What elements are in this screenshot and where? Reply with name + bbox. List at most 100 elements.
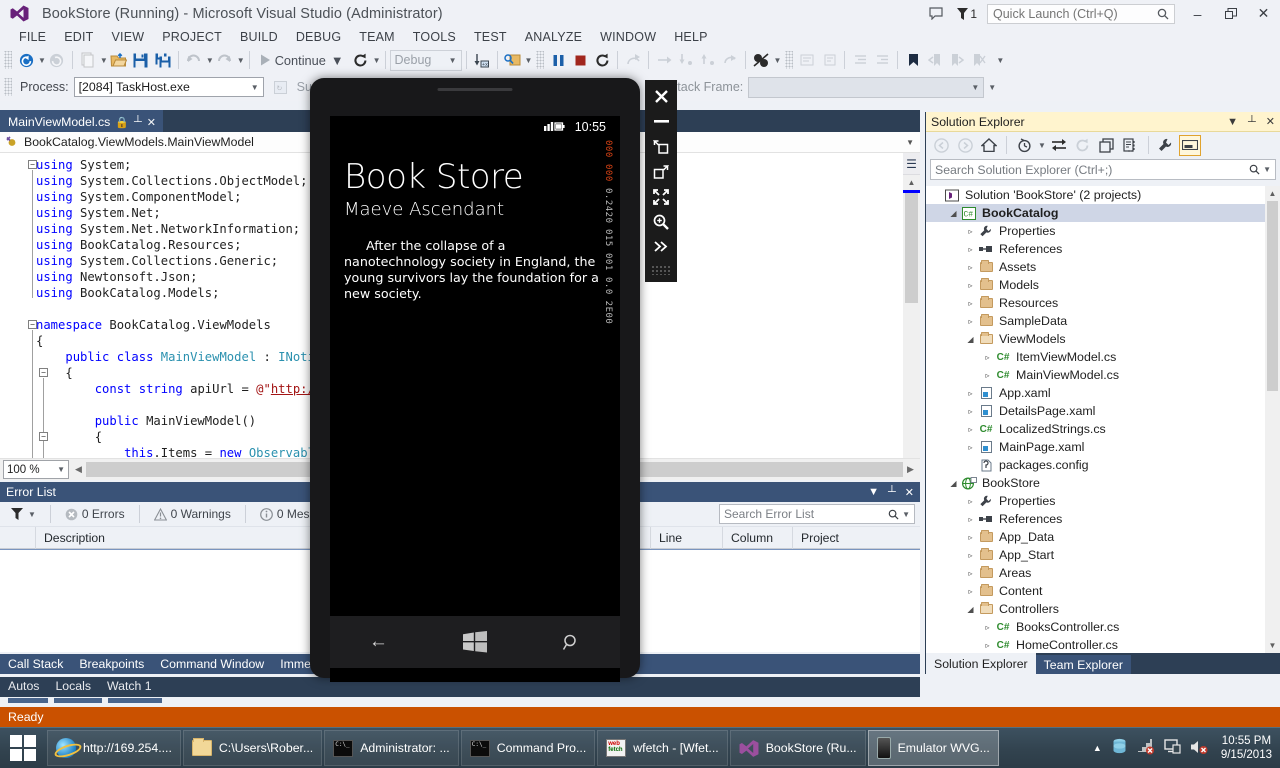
- scroll-thumb[interactable]: [905, 193, 918, 303]
- taskbar-item-emulator[interactable]: Emulator WVG...: [868, 730, 999, 766]
- menu-view[interactable]: VIEW: [102, 28, 153, 46]
- toolbar-grip[interactable]: [536, 51, 544, 69]
- collapsed-chevron-icon[interactable]: ▹: [964, 281, 977, 290]
- chevron-down-icon[interactable]: ▼: [902, 510, 910, 519]
- solution-explorer-node[interactable]: ▹SampleData: [926, 312, 1280, 330]
- tab-breakpoints[interactable]: Breakpoints: [71, 657, 152, 671]
- quick-launch-box[interactable]: [987, 4, 1175, 24]
- menu-test[interactable]: TEST: [465, 28, 516, 46]
- column-line[interactable]: Line: [651, 527, 723, 549]
- break-all-button[interactable]: [547, 49, 569, 71]
- undo-button[interactable]: [183, 49, 205, 71]
- column-project[interactable]: Project: [793, 527, 913, 549]
- pin-icon[interactable]: ┴: [134, 116, 142, 128]
- close-window-button[interactable]: ✕: [1247, 0, 1280, 27]
- solution-explorer-scroll-thumb[interactable]: [1267, 201, 1278, 391]
- step-into-button[interactable]: [675, 49, 697, 71]
- solution-explorer-node[interactable]: ◢BookStore: [926, 474, 1280, 492]
- solution-explorer-node[interactable]: Solution 'BookStore' (2 projects): [926, 186, 1280, 204]
- increase-indent-button[interactable]: [871, 49, 893, 71]
- error-list-search[interactable]: Search Error List ▼: [719, 504, 915, 524]
- preview-selected-items-button[interactable]: [1179, 135, 1201, 156]
- display-icon[interactable]: [1164, 739, 1181, 757]
- scroll-right-arrow-icon[interactable]: ▶: [903, 464, 918, 475]
- start-button[interactable]: [0, 728, 46, 768]
- chevron-down-icon[interactable]: ▼: [906, 138, 914, 147]
- collapsed-chevron-icon[interactable]: ▹: [981, 353, 994, 362]
- save-all-button[interactable]: [152, 49, 174, 71]
- minimize-emulator-button[interactable]: [646, 109, 676, 134]
- tab-solution-explorer[interactable]: Solution Explorer: [926, 653, 1036, 674]
- taskbar-item-explorer[interactable]: C:\Users\Rober...: [183, 730, 322, 766]
- solution-explorer-node[interactable]: ▹Models: [926, 276, 1280, 294]
- fold-box-class[interactable]: −: [39, 368, 48, 377]
- chevron-down-icon[interactable]: ▼: [1263, 165, 1271, 174]
- solution-explorer-node[interactable]: ◢C#BookCatalog: [926, 204, 1280, 222]
- editor-split-handle[interactable]: ☰: [903, 153, 920, 175]
- text-editor-overflow-icon[interactable]: ▼: [996, 56, 1004, 65]
- collapsed-chevron-icon[interactable]: ▹: [964, 533, 977, 542]
- tab-command-window[interactable]: Command Window: [152, 657, 272, 671]
- tab-locals[interactable]: Locals: [47, 677, 99, 695]
- collapsed-chevron-icon[interactable]: ▹: [964, 245, 977, 254]
- redo-button[interactable]: [214, 49, 236, 71]
- fold-box-namespace[interactable]: −: [28, 320, 37, 329]
- menu-debug[interactable]: DEBUG: [287, 28, 350, 46]
- debug-toolbar-overflow-icon[interactable]: ▼: [525, 56, 533, 65]
- collapsed-chevron-icon[interactable]: ▹: [964, 569, 977, 578]
- step-out-button[interactable]: [697, 49, 719, 71]
- close-icon[interactable]: ✕: [147, 116, 156, 129]
- open-file-button[interactable]: [108, 49, 130, 71]
- save-button[interactable]: [130, 49, 152, 71]
- action-center-icon[interactable]: [1111, 738, 1128, 758]
- solution-explorer-node[interactable]: ▹C#ItemViewModel.cs: [926, 348, 1280, 366]
- scroll-up-arrow-icon[interactable]: ▲: [903, 175, 920, 190]
- solution-explorer-node[interactable]: ▹App.xaml: [926, 384, 1280, 402]
- show-threads-button[interactable]: [502, 49, 524, 71]
- taskbar-item-visual-studio[interactable]: BookStore (Ru...: [730, 730, 866, 766]
- solution-explorer-node[interactable]: packages.config: [926, 456, 1280, 474]
- close-icon[interactable]: ✕: [1266, 115, 1275, 128]
- new-project-caret-icon[interactable]: ▼: [100, 56, 108, 65]
- close-emulator-button[interactable]: [646, 84, 676, 109]
- menu-team[interactable]: TEAM: [350, 28, 404, 46]
- menu-analyze[interactable]: ANALYZE: [516, 28, 591, 46]
- restart-button[interactable]: [350, 49, 372, 71]
- previous-bookmark-button[interactable]: [924, 49, 946, 71]
- navigate-backward-button[interactable]: [15, 49, 37, 71]
- scroll-down-arrow-icon[interactable]: ▼: [1265, 638, 1280, 653]
- scroll-left-arrow-icon[interactable]: ◀: [71, 464, 86, 475]
- emulator-toolbar-grip[interactable]: [651, 265, 671, 275]
- decrease-indent-button[interactable]: [849, 49, 871, 71]
- taskbar-item-internet-explorer[interactable]: http://169.254....: [47, 730, 181, 766]
- chevron-down-icon[interactable]: ▼: [1227, 116, 1238, 128]
- filter-button[interactable]: ▼: [5, 508, 42, 520]
- collapsed-chevron-icon[interactable]: ▹: [964, 299, 977, 308]
- collapsed-chevron-icon[interactable]: ▹: [981, 623, 994, 632]
- solution-explorer-node[interactable]: ▹C#LocalizedStrings.cs: [926, 420, 1280, 438]
- volume-icon[interactable]: [1190, 739, 1208, 758]
- solution-explorer-node[interactable]: ▹Areas: [926, 564, 1280, 582]
- pending-changes-caret-icon[interactable]: ▼: [1038, 141, 1046, 150]
- solution-explorer-node[interactable]: ▹References: [926, 510, 1280, 528]
- scroll-up-arrow-icon[interactable]: ▲: [1265, 186, 1280, 201]
- collapsed-chevron-icon[interactable]: ▹: [964, 551, 977, 560]
- windows-phone-emulator[interactable]: 10:55 Book Store Maeve Ascendant After t…: [310, 78, 640, 678]
- collapsed-chevron-icon[interactable]: ▹: [964, 407, 977, 416]
- expanded-chevron-icon[interactable]: ◢: [964, 335, 977, 344]
- collapsed-chevron-icon[interactable]: ▹: [964, 389, 977, 398]
- clear-bookmarks-button[interactable]: [968, 49, 990, 71]
- collapsed-chevron-icon[interactable]: ▹: [964, 443, 977, 452]
- search-button[interactable]: [548, 625, 596, 659]
- close-icon[interactable]: ✕: [905, 486, 914, 499]
- solution-explorer-node[interactable]: ◢ViewModels: [926, 330, 1280, 348]
- step-over-button[interactable]: [653, 49, 675, 71]
- menu-build[interactable]: BUILD: [231, 28, 287, 46]
- collapsed-chevron-icon[interactable]: ▹: [981, 641, 994, 650]
- stack-frame-combo[interactable]: ▼: [748, 77, 984, 98]
- show-all-files-button[interactable]: [1120, 135, 1142, 156]
- process-combo[interactable]: [2084] TaskHost.exe ▼: [74, 77, 264, 97]
- phone-screen[interactable]: 10:55 Book Store Maeve Ascendant After t…: [330, 116, 620, 682]
- pin-icon[interactable]: ┴: [1248, 116, 1256, 128]
- stop-debugging-button[interactable]: [569, 49, 591, 71]
